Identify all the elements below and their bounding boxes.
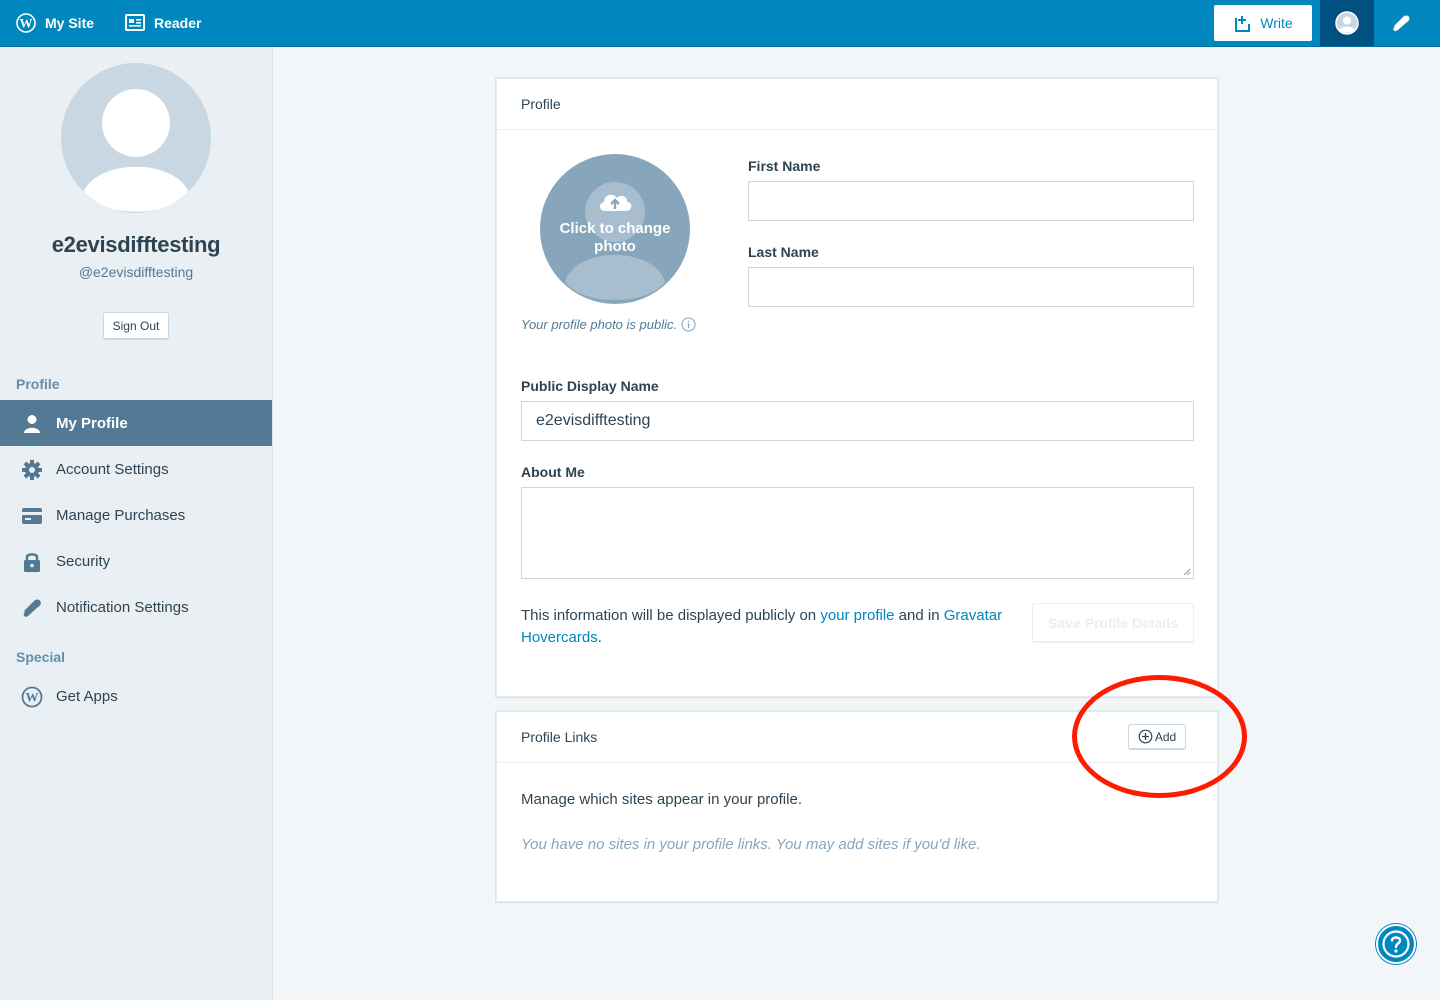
about-me-textarea[interactable] — [521, 487, 1194, 579]
reader-label: Reader — [154, 15, 202, 31]
gear-icon — [22, 460, 42, 480]
info-icon[interactable] — [681, 317, 696, 332]
reader-icon — [125, 14, 145, 31]
sidebar-item-label: My Profile — [56, 414, 128, 432]
sidebar-heading-profile: Profile — [16, 376, 60, 392]
wordpress-icon: W — [16, 13, 36, 33]
avatar-icon — [1335, 11, 1359, 35]
sidebar-item-label: Notification Settings — [56, 598, 189, 616]
annotation-circle — [1072, 675, 1247, 798]
sidebar-item-label: Manage Purchases — [56, 506, 186, 524]
change-photo-text: Click to change photo — [559, 220, 671, 255]
sidebar-item-manage-purchases[interactable]: Manage Purchases — [0, 492, 272, 538]
help-button[interactable] — [1376, 924, 1416, 964]
svg-text:W: W — [20, 16, 33, 31]
display-name-label: Public Display Name — [521, 378, 659, 394]
first-name-input[interactable] — [748, 181, 1194, 221]
person-icon — [24, 415, 40, 433]
write-icon — [1235, 14, 1251, 32]
sidebar-item-label: Get Apps — [56, 687, 118, 705]
sidebar-item-label: Security — [56, 552, 111, 570]
your-profile-link[interactable]: your profile — [820, 607, 894, 624]
masterbar: W My Site Reader Write — [0, 0, 1440, 47]
manage-links-text: Manage which sites appear in your profil… — [521, 791, 802, 808]
cloud-upload-icon — [599, 194, 632, 211]
photo-public-note: Your profile photo is public. — [521, 317, 696, 332]
wordpress-icon: W — [21, 686, 43, 708]
resize-handle-icon[interactable] — [1183, 568, 1191, 576]
last-name-label: Last Name — [748, 244, 819, 260]
info-suffix: . — [597, 629, 602, 646]
sidebar-item-my-profile[interactable]: My Profile — [0, 400, 272, 446]
me-avatar-button[interactable] — [1320, 0, 1374, 46]
sidebar-item-label: Account Settings — [56, 460, 169, 478]
person-silhouette-icon — [83, 89, 189, 212]
sidebar-username: @e2evisdifftesting — [78, 264, 194, 280]
profile-links-title: Profile Links — [521, 729, 598, 745]
sidebar-item-notification-settings[interactable]: Notification Settings — [0, 584, 272, 630]
sidebar-item-security[interactable]: Security — [0, 538, 272, 584]
last-name-input[interactable] — [748, 267, 1194, 307]
sidebar: e2evisdifftesting @e2evisdifftesting Sig… — [0, 47, 273, 1000]
write-button[interactable]: Write — [1214, 5, 1312, 41]
write-label: Write — [1260, 15, 1293, 31]
my-site-label: My Site — [45, 15, 95, 31]
change-photo-button[interactable]: Click to change photo — [540, 154, 690, 304]
profile-card: Profile Click to change photo Your profi… — [496, 78, 1218, 697]
no-links-text: You have no sites in your profile links.… — [521, 836, 981, 853]
svg-text:W: W — [26, 690, 39, 705]
profile-avatar[interactable] — [61, 63, 211, 213]
bell-icon — [23, 599, 41, 617]
public-info-text: This information will be displayed publi… — [521, 605, 1031, 649]
sign-out-button[interactable]: Sign Out — [103, 312, 169, 340]
info-prefix: This information will be displayed publi… — [521, 607, 821, 624]
sidebar-display-name: e2evisdifftesting — [51, 232, 221, 257]
credit-card-icon — [22, 508, 42, 524]
sidebar-item-get-apps[interactable]: W Get Apps — [0, 673, 272, 719]
save-profile-button[interactable]: Save Profile Details — [1032, 603, 1194, 643]
sidebar-item-account-settings[interactable]: Account Settings — [0, 446, 272, 492]
sidebar-heading-special: Special — [16, 649, 66, 665]
about-me-label: About Me — [521, 464, 585, 480]
photo-public-note-text: Your profile photo is public. — [521, 317, 678, 332]
question-icon — [1382, 930, 1410, 958]
lock-icon — [24, 553, 40, 572]
my-site-link[interactable]: W My Site — [16, 0, 94, 46]
profile-card-header: Profile — [497, 79, 1217, 130]
reader-link[interactable]: Reader — [125, 0, 201, 46]
info-middle: and in — [894, 607, 944, 624]
display-name-input[interactable]: e2evisdifftesting — [521, 401, 1194, 441]
first-name-label: First Name — [748, 158, 821, 174]
notifications-button[interactable] — [1374, 0, 1428, 46]
bell-icon — [1393, 15, 1410, 32]
